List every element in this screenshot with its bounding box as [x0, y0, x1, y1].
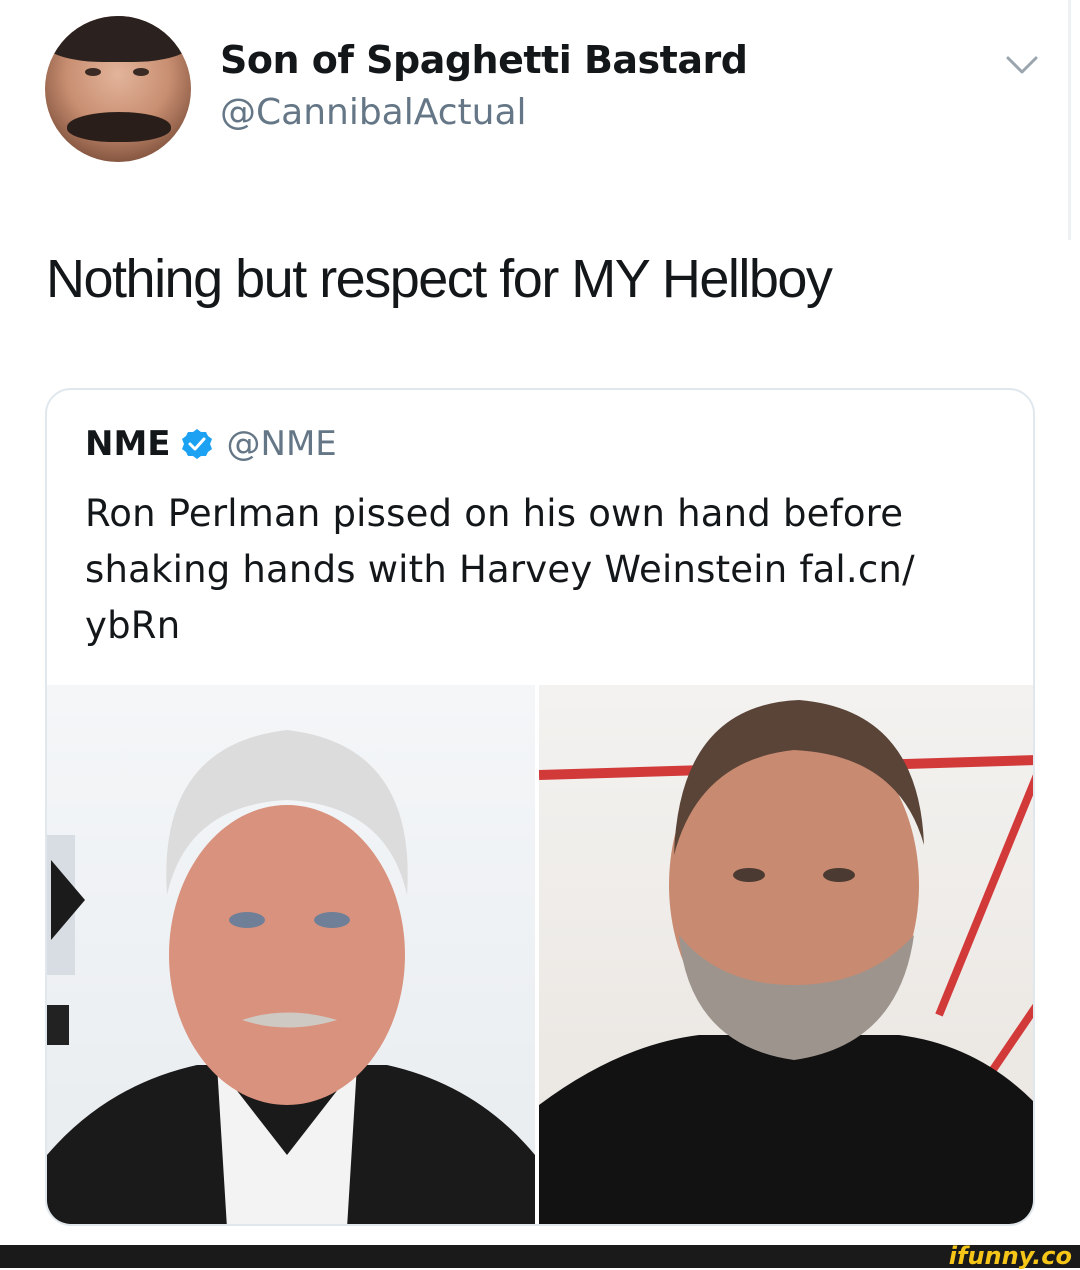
- tweet-text: Nothing but respect for MY Hellboy: [46, 249, 833, 309]
- photo-ron-perlman[interactable]: [47, 685, 535, 1224]
- scroll-track: [1068, 0, 1071, 240]
- quoted-tweet-card[interactable]: NME @NME Ron Perlman pissed on his own h…: [45, 388, 1035, 1226]
- chevron-down-icon[interactable]: [1002, 50, 1042, 80]
- display-name[interactable]: Son of Spaghetti Bastard: [220, 38, 748, 82]
- quoted-user-handle[interactable]: @NME: [227, 424, 337, 464]
- quoted-tweet-text: Ron Perlman pissed on his own hand befor…: [85, 486, 1005, 654]
- quoted-display-name[interactable]: NME: [85, 424, 171, 464]
- verified-badge-icon: [181, 429, 212, 459]
- ifunny-watermark: ifunny.co: [948, 1242, 1072, 1270]
- avatar[interactable]: [45, 16, 191, 162]
- footer-bar: ifunny.co: [0, 1242, 1080, 1270]
- quoted-text-line: shaking hands with Harvey Weinstein fal.…: [85, 548, 915, 591]
- photo-harvey-weinstein[interactable]: [539, 685, 1033, 1224]
- tweet: Son of Spaghetti Bastard @CannibalActual…: [0, 0, 1080, 1245]
- quoted-text-line: Ron Perlman pissed on his own hand befor…: [85, 492, 904, 535]
- quoted-tweet-header: NME @NME: [85, 420, 337, 468]
- user-handle[interactable]: @CannibalActual: [220, 92, 527, 133]
- quoted-text-line: ybRn: [85, 604, 181, 647]
